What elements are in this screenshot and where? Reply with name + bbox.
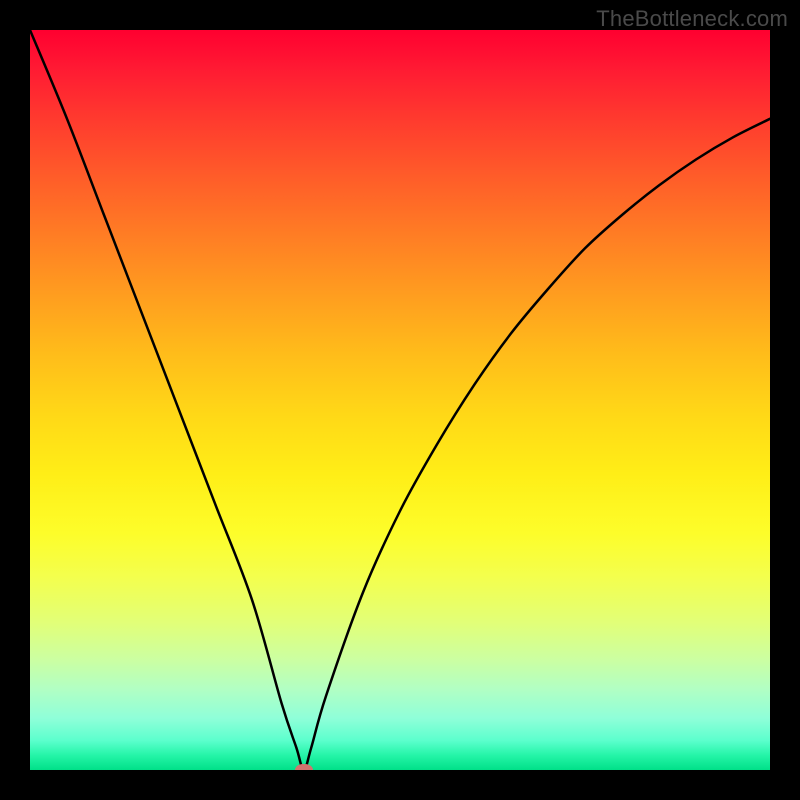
optimum-marker <box>295 764 313 770</box>
chart-frame: TheBottleneck.com <box>0 0 800 800</box>
bottleneck-curve <box>30 30 770 770</box>
attribution-text: TheBottleneck.com <box>596 6 788 32</box>
plot-area <box>30 30 770 770</box>
